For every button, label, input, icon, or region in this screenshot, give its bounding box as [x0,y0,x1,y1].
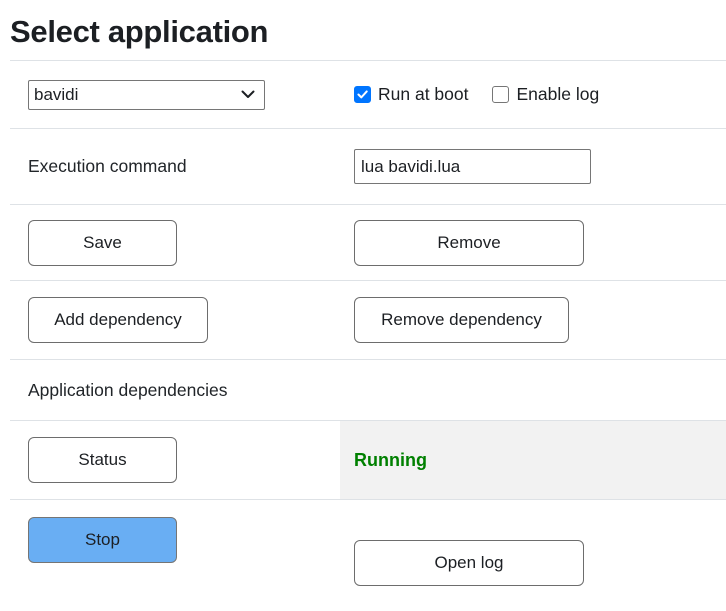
page-title: Select application [10,0,726,60]
app-window: Select application bavidi [0,0,726,611]
open-log-button[interactable]: Open log [354,540,584,586]
open-log-cell: Open log [340,500,726,608]
run-at-boot-checkbox[interactable] [354,86,371,103]
application-select-value: bavidi [34,85,78,105]
application-dependencies-row: Application dependencies [10,359,726,420]
remove-button[interactable]: Remove [354,220,584,266]
application-dependencies-cell: Application dependencies [10,380,726,401]
enable-log-option[interactable]: Enable log [492,84,599,105]
remove-dependency-cell: Remove dependency [340,281,726,359]
run-at-boot-label: Run at boot [378,84,468,105]
execution-command-input[interactable] [354,149,591,184]
execution-command-label: Execution command [28,156,187,177]
application-select[interactable]: bavidi [28,80,265,110]
dependency-buttons-row: Add dependency Remove dependency [10,280,726,359]
execution-command-label-cell: Execution command [10,156,340,177]
add-dependency-cell: Add dependency [10,297,340,343]
application-row: bavidi Run at boot [10,60,726,128]
add-dependency-button[interactable]: Add dependency [28,297,208,343]
stop-openlog-row: Stop Open log [10,499,726,608]
remove-cell: Remove [340,205,726,280]
enable-log-label: Enable log [516,84,599,105]
enable-log-checkbox[interactable] [492,86,509,103]
status-value-cell: Running [340,421,726,499]
stop-cell: Stop [10,500,340,563]
stop-button[interactable]: Stop [28,517,177,563]
application-select-cell: bavidi [10,80,340,110]
boot-options-cell: Run at boot Enable log [340,61,726,128]
run-at-boot-option[interactable]: Run at boot [354,84,468,105]
page: Select application bavidi [10,0,726,608]
status-value: Running [354,450,427,471]
status-button[interactable]: Status [28,437,177,483]
status-row: Status Running [10,420,726,499]
execution-command-input-cell [340,129,726,204]
chevron-down-icon [241,90,255,99]
save-button[interactable]: Save [28,220,177,266]
application-dependencies-heading: Application dependencies [28,380,227,401]
remove-dependency-button[interactable]: Remove dependency [354,297,569,343]
checkmark-icon [357,90,368,99]
save-cell: Save [10,220,340,266]
save-remove-row: Save Remove [10,204,726,280]
execution-command-row: Execution command [10,128,726,204]
status-button-cell: Status [10,437,340,483]
